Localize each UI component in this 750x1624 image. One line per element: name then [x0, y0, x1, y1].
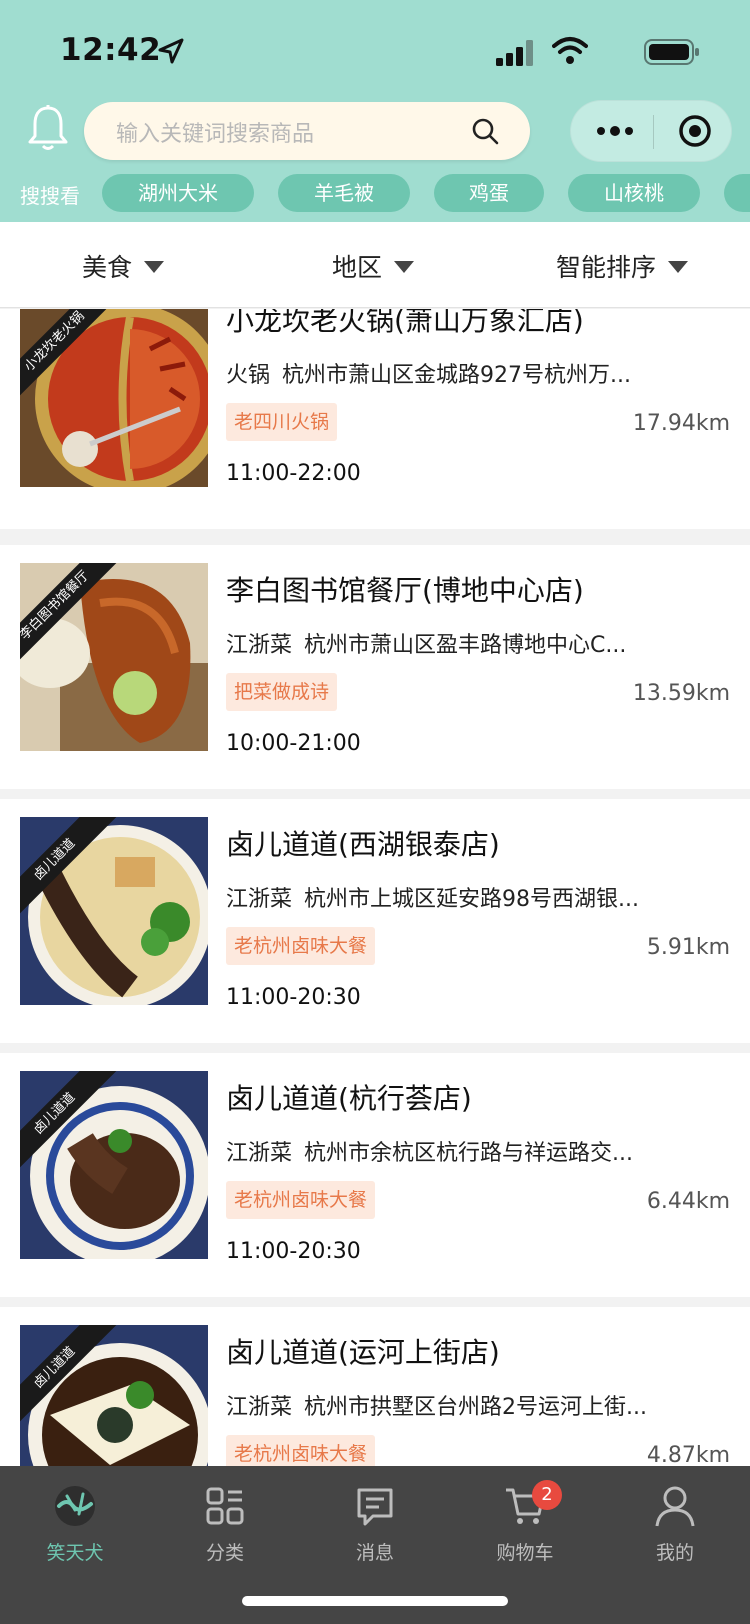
restaurant-address: 杭州市萧山区盈丰路博地中心C...: [304, 633, 627, 658]
tab-messages[interactable]: 消息: [320, 1484, 430, 1565]
restaurant-address-line: 江浙菜 杭州市上城区延安路98号西湖银...: [226, 881, 686, 913]
status-time: 12:42: [60, 32, 162, 68]
restaurant-name: 卤儿道道(西湖银泰店): [226, 828, 500, 861]
roast-duck-image: [20, 563, 208, 751]
restaurant-category: 江浙菜: [226, 1141, 293, 1166]
restaurant-category: 火锅: [226, 363, 271, 388]
restaurant-list: 小龙坎老火锅 小龙坎老火锅(萧山万象汇店) 火锅 杭州市萧山区金城路927号杭州万…: [0, 309, 750, 1466]
dropdown-triangle-icon: [394, 261, 415, 273]
filter-sort-label: 智能排序: [556, 253, 657, 282]
hot-tag-partial[interactable]: [724, 174, 750, 212]
restaurant-card[interactable]: 李白图书馆餐厅 李白图书馆餐厅(博地中心店) 江浙菜 杭州市萧山区盈丰路博地中心C…: [0, 545, 750, 789]
restaurant-distance: 13.59km: [632, 681, 730, 706]
hot-tag[interactable]: 山核桃: [568, 174, 700, 212]
restaurant-name: 李白图书馆餐厅(博地中心店): [226, 574, 584, 607]
restaurant-tag: 把菜做成诗: [226, 673, 338, 711]
restaurant-image: 卤儿道道: [20, 1325, 208, 1466]
restaurant-image: 卤儿道道: [20, 817, 208, 1005]
restaurant-address: 杭州市拱墅区台州路2号运河上街...: [304, 1395, 647, 1420]
restaurant-distance: 4.87km: [646, 1443, 730, 1466]
restaurant-card[interactable]: 卤儿道道 卤儿道道(杭行荟店) 江浙菜 杭州市余杭区杭行路与祥运路交... 老杭州…: [0, 1053, 750, 1297]
cellular-signal-icon: [496, 40, 533, 66]
restaurant-hours: 11:00-20:30: [226, 985, 361, 1010]
restaurant-image: 小龙坎老火锅: [20, 309, 208, 487]
restaurant-address: 杭州市萧山区金城路927号杭州万...: [282, 363, 631, 388]
restaurant-tag: 老四川火锅: [226, 403, 338, 441]
braised-noodles-image: [20, 817, 208, 1005]
restaurant-address: 杭州市余杭区杭行路与祥运路交...: [304, 1141, 633, 1166]
restaurant-category: 江浙菜: [226, 887, 293, 912]
hot-search-label: 搜搜看: [20, 184, 80, 208]
capsule-divider: [653, 115, 654, 149]
home-indicator[interactable]: [242, 1596, 508, 1606]
dropdown-triangle-icon: [668, 261, 689, 273]
tab-category-label: 分类: [205, 1542, 244, 1564]
restaurant-hours: 10:00-21:00: [226, 731, 361, 756]
filter-category[interactable]: 美食: [82, 248, 165, 284]
search-placeholder: 输入关键词搜索商品: [116, 122, 315, 147]
braised-duck-image: [20, 1071, 208, 1259]
restaurant-name: 卤儿道道(运河上街店): [226, 1336, 500, 1369]
category-icon: [206, 1487, 244, 1525]
restaurant-name: 小龙坎老火锅(萧山万象汇店): [226, 309, 584, 337]
restaurant-hours: 11:00-22:00: [226, 461, 361, 486]
close-miniprogram-icon[interactable]: [677, 113, 713, 149]
hot-tag[interactable]: 湖州大米: [102, 174, 254, 212]
search-bar[interactable]: 输入关键词搜索商品: [84, 102, 530, 160]
restaurant-distance: 6.44km: [646, 1189, 730, 1214]
location-arrow-icon: [158, 38, 184, 64]
restaurant-name: 卤儿道道(杭行荟店): [226, 1082, 472, 1115]
tab-cart[interactable]: 2 购物车: [470, 1480, 580, 1565]
tab-cart-label: 购物车: [496, 1542, 554, 1564]
filter-region-label: 地区: [332, 253, 383, 282]
filter-region[interactable]: 地区: [332, 248, 415, 284]
tab-home[interactable]: 笑天犬: [20, 1484, 130, 1565]
restaurant-category: 江浙菜: [226, 633, 293, 658]
search-icon[interactable]: [470, 116, 500, 146]
battery-icon: [644, 39, 699, 65]
filter-category-label: 美食: [82, 253, 133, 282]
tab-profile[interactable]: 我的: [620, 1484, 730, 1565]
restaurant-distance: 17.94km: [632, 411, 730, 436]
status-bar: 12:42: [60, 28, 700, 76]
restaurant-hours: 11:00-20:30: [226, 1239, 361, 1264]
restaurant-image: 卤儿道道: [20, 1071, 208, 1259]
header: 12:42 输入关键词搜索商品 搜搜看 湖州大米 羊毛被 鸡蛋 山核桃: [0, 0, 750, 222]
cart-count-badge: 2: [532, 1480, 562, 1510]
miniprogram-capsule: [570, 100, 732, 162]
restaurant-address-line: 火锅 杭州市萧山区金城路927号杭州万...: [226, 357, 686, 389]
bell-icon[interactable]: [26, 104, 70, 152]
message-icon: [357, 1488, 393, 1526]
tab-home-label: 笑天犬: [46, 1542, 104, 1564]
restaurant-category: 江浙菜: [226, 1395, 293, 1420]
hot-tag[interactable]: 羊毛被: [278, 174, 410, 212]
brand-icon: [55, 1486, 95, 1526]
tab-category[interactable]: 分类: [170, 1484, 280, 1565]
restaurant-address-line: 江浙菜 杭州市余杭区杭行路与祥运路交...: [226, 1135, 686, 1167]
restaurant-address-line: 江浙菜 杭州市拱墅区台州路2号运河上街...: [226, 1389, 686, 1421]
restaurant-card[interactable]: 卤儿道道 卤儿道道(西湖银泰店) 江浙菜 杭州市上城区延安路98号西湖银... 老…: [0, 799, 750, 1043]
restaurant-address-line: 江浙菜 杭州市萧山区盈丰路博地中心C...: [226, 627, 686, 659]
restaurant-tag: 老杭州卤味大餐: [226, 1435, 376, 1466]
hot-tag[interactable]: 鸡蛋: [434, 174, 544, 212]
tab-profile-label: 我的: [655, 1542, 694, 1564]
more-icon[interactable]: [595, 119, 635, 143]
filter-bar: 美食 地区 智能排序: [0, 222, 750, 308]
filter-sort[interactable]: 智能排序: [556, 248, 689, 284]
restaurant-image: 李白图书馆餐厅: [20, 563, 208, 751]
restaurant-distance: 5.91km: [646, 935, 730, 960]
restaurant-card[interactable]: 小龙坎老火锅 小龙坎老火锅(萧山万象汇店) 火锅 杭州市萧山区金城路927号杭州万…: [0, 309, 750, 529]
tab-messages-label: 消息: [355, 1542, 394, 1564]
dropdown-triangle-icon: [144, 261, 165, 273]
restaurant-card[interactable]: 卤儿道道 卤儿道道(运河上街店) 江浙菜 杭州市拱墅区台州路2号运河上街... 老…: [0, 1307, 750, 1466]
restaurant-tag: 老杭州卤味大餐: [226, 1181, 376, 1219]
profile-icon: [655, 1486, 695, 1527]
restaurant-tag: 老杭州卤味大餐: [226, 927, 376, 965]
wifi-icon: [552, 37, 588, 64]
tofu-egg-image: [20, 1325, 208, 1466]
restaurant-address: 杭州市上城区延安路98号西湖银...: [304, 887, 639, 912]
